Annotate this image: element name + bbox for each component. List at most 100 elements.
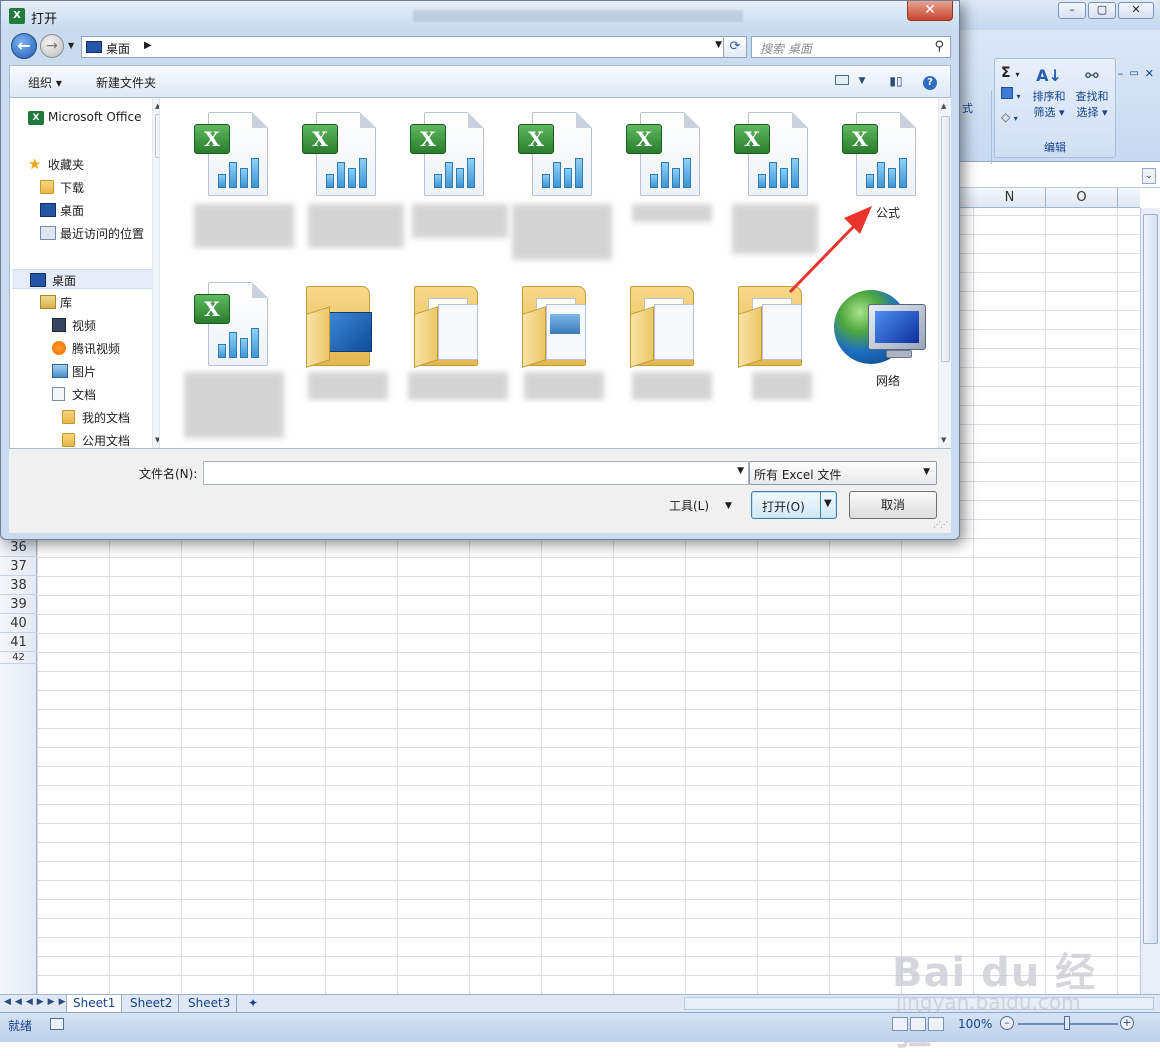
address-location[interactable]: 桌面: [106, 40, 130, 57]
excel-file-item[interactable]: X: [168, 98, 294, 248]
forward-arrow-icon[interactable]: →: [40, 34, 64, 58]
folder-item[interactable]: [492, 268, 604, 418]
close-icon[interactable]: ✕: [1118, 2, 1154, 19]
nav-item-documents[interactable]: 文档: [52, 384, 152, 404]
nav-item-microsoft-office[interactable]: X Microsoft Office: [28, 108, 152, 128]
folder-item[interactable]: [600, 268, 712, 418]
new-folder-button[interactable]: 新建文件夹: [96, 74, 156, 91]
zoom-slider-thumb[interactable]: [1064, 1016, 1070, 1030]
excel-file-formula[interactable]: X 公式: [816, 98, 916, 248]
zoom-level[interactable]: 100%: [958, 1017, 992, 1031]
normal-view-icon[interactable]: [892, 1017, 908, 1031]
excel-file-item[interactable]: X: [168, 268, 284, 438]
filename-dropdown-icon[interactable]: ▼: [737, 466, 744, 476]
organize-button[interactable]: 组织 ▾: [28, 74, 62, 91]
cancel-button[interactable]: 取消: [849, 491, 937, 519]
macro-record-icon[interactable]: [50, 1018, 64, 1030]
vertical-scroll-thumb[interactable]: [1143, 214, 1158, 944]
row-header[interactable]: 39: [0, 595, 37, 614]
tools-dropdown-icon[interactable]: ▼: [725, 501, 732, 511]
row-header[interactable]: 41: [0, 633, 37, 652]
open-button[interactable]: 打开(O) ▼: [751, 491, 837, 519]
sheet-tab-3[interactable]: Sheet3: [182, 995, 238, 1012]
nav-item-libraries[interactable]: 库: [40, 292, 152, 312]
nav-item-pictures[interactable]: 图片: [52, 361, 152, 381]
minimize-icon[interactable]: –: [1058, 2, 1086, 19]
vertical-scrollbar[interactable]: [1140, 208, 1160, 994]
address-dropdown-icon[interactable]: ▼: [715, 40, 722, 50]
excel-file-item[interactable]: X: [600, 98, 712, 248]
nav-item-downloads[interactable]: 下载: [40, 177, 152, 197]
nav-item-recent-places[interactable]: 最近访问的位置: [40, 223, 152, 243]
excel-file-item[interactable]: X: [492, 98, 612, 260]
nav-item-videos[interactable]: 视频: [52, 315, 152, 335]
ribbon-minimize-icon[interactable]: –: [1118, 67, 1124, 80]
sort-filter-button[interactable]: A↓ 排序和 筛选 ▾: [1029, 63, 1069, 121]
zoom-out-icon[interactable]: –: [1000, 1016, 1014, 1030]
nav-item-tencent-video[interactable]: 腾讯视频: [52, 338, 152, 358]
network-item[interactable]: 网络: [816, 268, 926, 418]
tools-button[interactable]: 工具(L): [669, 497, 709, 514]
dialog-help-icon[interactable]: ?: [920, 72, 940, 90]
zoom-in-icon[interactable]: +: [1120, 1016, 1134, 1030]
back-arrow-icon[interactable]: ←: [11, 33, 37, 59]
page-layout-view-icon[interactable]: [910, 1017, 926, 1031]
nav-item-public-documents[interactable]: 公用文档: [62, 430, 152, 448]
row-header[interactable]: 36: [0, 538, 37, 557]
row-header[interactable]: 38: [0, 576, 37, 595]
sheet-nav-arrows-icon[interactable]: ◀◀◀▶▶▶: [4, 997, 70, 1007]
row-header[interactable]: 40: [0, 614, 37, 633]
ribbon-restore-icon[interactable]: ▭: [1129, 68, 1138, 79]
filename-input[interactable]: ▼: [203, 461, 749, 485]
scroll-up-icon[interactable]: ▲: [941, 102, 946, 110]
restore-icon[interactable]: ▢: [1088, 2, 1116, 19]
preview-pane-icon[interactable]: ▮▯: [886, 72, 906, 90]
formula-expand-icon[interactable]: ⌄: [1142, 168, 1156, 184]
sheet-tab-1[interactable]: Sheet1: [66, 995, 123, 1012]
history-dropdown-icon[interactable]: ▼: [68, 41, 74, 50]
view-dropdown-icon[interactable]: ▼: [852, 72, 872, 90]
address-bar[interactable]: 桌面 ▶ ▼: [81, 36, 727, 58]
file-list-scrollbar[interactable]: ▲ ▼: [938, 98, 951, 448]
clear-button[interactable]: ◇ ▾: [1001, 109, 1018, 127]
formula-bar[interactable]: ⌄: [960, 164, 1160, 188]
filetype-select[interactable]: 所有 Excel 文件 ▼: [749, 461, 937, 485]
nav-pane-scrollbar[interactable]: ▲ ▼: [152, 98, 159, 448]
ribbon-close-icon[interactable]: ✕: [1145, 67, 1154, 80]
find-select-button[interactable]: ⚯ 查找和 选择 ▾: [1071, 63, 1113, 121]
nav-item-favorites[interactable]: ★ 收藏夹: [28, 154, 152, 174]
refresh-icon[interactable]: ⟳: [723, 36, 747, 58]
open-dropdown-icon[interactable]: ▼: [824, 498, 832, 509]
scroll-down-icon[interactable]: ▼: [155, 436, 159, 444]
excel-file-item[interactable]: X: [708, 98, 818, 254]
page-break-view-icon[interactable]: [928, 1017, 944, 1031]
scroll-down-icon[interactable]: ▼: [941, 436, 946, 444]
row-header[interactable]: 42: [0, 652, 37, 664]
folder-item[interactable]: [384, 268, 508, 418]
insert-sheet-icon[interactable]: ✦: [242, 995, 264, 1012]
excel-file-item[interactable]: X: [384, 98, 508, 248]
filetype-dropdown-icon[interactable]: ▼: [923, 467, 930, 477]
dialog-close-icon[interactable]: ✕: [907, 1, 953, 21]
nav-item-desktop[interactable]: 桌面: [12, 269, 152, 289]
row-header[interactable]: 37: [0, 557, 37, 576]
nav-pane-scroll-thumb[interactable]: [155, 114, 159, 158]
scroll-up-icon[interactable]: ▲: [155, 102, 159, 110]
column-header-o[interactable]: O: [1046, 188, 1118, 208]
resize-grip-icon[interactable]: ⋰⋰: [933, 520, 948, 529]
search-input[interactable]: 搜索 桌面 ⚲: [751, 36, 951, 58]
change-view-icon[interactable]: [832, 72, 852, 90]
excel-file-item[interactable]: X: [276, 98, 404, 248]
autosum-button[interactable]: Σ ▾: [1001, 65, 1019, 83]
binoculars-icon: ⚯: [1085, 66, 1099, 85]
chevron-right-icon[interactable]: ▶: [144, 40, 152, 51]
column-header-n[interactable]: N: [974, 188, 1046, 208]
search-icon[interactable]: ⚲: [934, 39, 944, 54]
folder-item[interactable]: [708, 268, 812, 418]
nav-item-desktop-fav[interactable]: 桌面: [40, 200, 152, 220]
nav-item-my-documents[interactable]: 我的文档: [62, 407, 152, 427]
folder-item[interactable]: [276, 268, 388, 418]
sheet-tab-2[interactable]: Sheet2: [124, 995, 180, 1012]
file-list-scroll-thumb[interactable]: [941, 116, 950, 362]
fill-button[interactable]: ▾: [1001, 87, 1021, 105]
